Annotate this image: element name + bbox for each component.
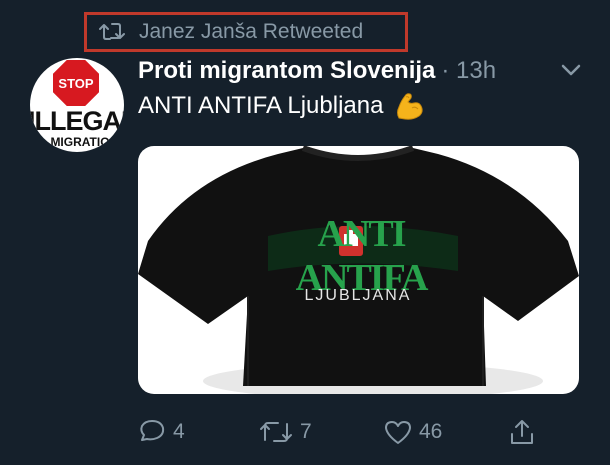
tweet-card[interactable]: Janez Janša Retweeted STOP ILLEGAL MIGRA… [0, 0, 610, 465]
like-count: 46 [419, 420, 443, 443]
author-name[interactable]: Proti migrantom Slovenija [138, 57, 435, 85]
share-button[interactable] [508, 412, 542, 452]
reply-count: 4 [173, 420, 185, 443]
avatar[interactable]: STOP ILLEGAL MIGRATIO [30, 58, 124, 152]
retweet-context[interactable]: Janez Janša Retweeted [84, 12, 408, 52]
stop-sign-icon: STOP [53, 60, 99, 106]
flexed-biceps-icon [397, 93, 424, 120]
heart-icon [385, 421, 411, 444]
avatar-immigration-text: MIGRATIO [50, 135, 110, 149]
shirt-subtitle: LJUBLJANA [304, 287, 412, 304]
tweet-media-image[interactable]: ANTI ANTIFA LJUBLJANA [138, 146, 579, 394]
tweet-actions: 4 7 46 [0, 412, 610, 452]
tweet-body: ANTI ANTIFA Ljubljana [138, 92, 384, 119]
like-button[interactable]: 46 [383, 412, 442, 452]
chevron-down-icon[interactable] [560, 62, 582, 78]
share-icon [511, 420, 533, 444]
tweet-text: ANTI ANTIFA Ljubljana [138, 91, 425, 121]
retweet-count: 7 [300, 420, 312, 443]
avatar-illegal-text: ILLEGAL [30, 106, 124, 136]
retweet-icon [99, 23, 125, 40]
retweet-context-label: Janez Janša Retweeted [139, 20, 364, 43]
tweet-header: Proti migrantom Slovenija · 13h [138, 56, 496, 86]
retweet-button[interactable]: 7 [258, 412, 312, 452]
reply-icon [140, 420, 165, 441]
retweet-action-icon [260, 422, 292, 442]
reply-button[interactable]: 4 [137, 412, 185, 452]
tweet-timestamp[interactable]: · 13h [441, 57, 496, 85]
